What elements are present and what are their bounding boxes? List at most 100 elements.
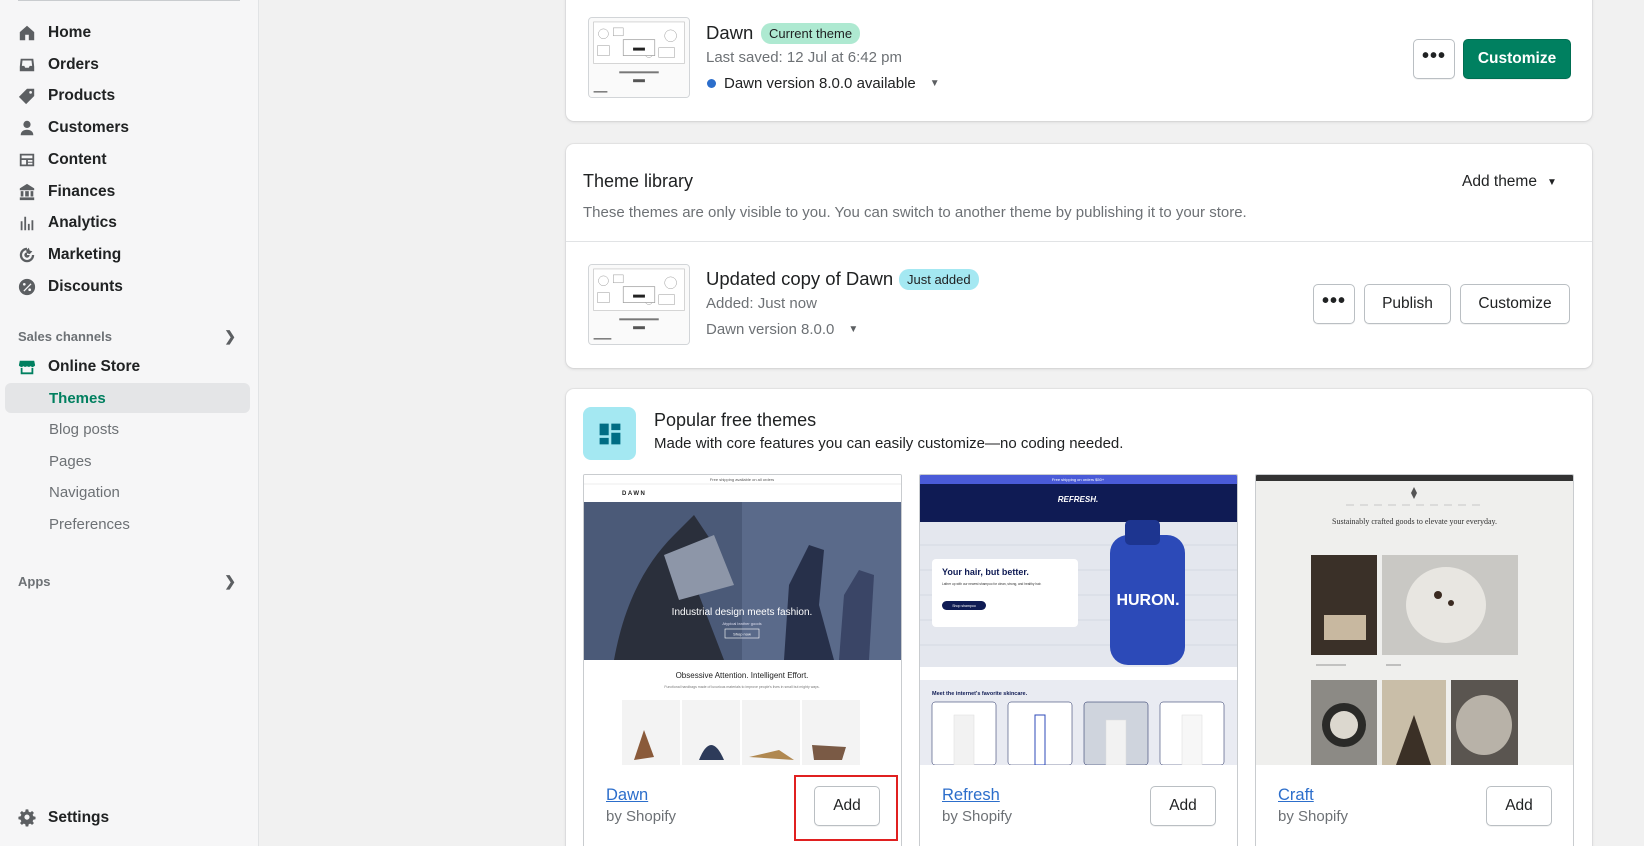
add-button-refresh[interactable]: Add [1150,786,1216,826]
refresh-logo: REFRESH. [1058,495,1098,504]
bar-chart-icon [18,214,36,232]
current-theme-card: Dawn Current theme Last saved: 12 Jul at… [566,0,1592,121]
dawn-announcement: Free shipping available on all orders [710,477,774,482]
sidebar-item-orders[interactable]: Orders [18,50,99,80]
refresh-announcement: Free shipping on orders $50+ [1052,477,1105,482]
theme-card-refresh: Free shipping on orders $50+ REFRESH. HU… [919,474,1238,846]
caret-down-icon: ▼ [1546,176,1557,188]
update-available-dot [707,79,716,88]
divider [566,241,1592,242]
popular-themes-card: Popular free themes Made with core featu… [566,389,1592,846]
dawn-preview-image: Free shipping available on all orders DA… [584,475,901,765]
theme-link-craft[interactable]: Craft [1278,786,1314,805]
caret-down-icon: ▼ [848,324,859,335]
refresh-preview-image: Free shipping on orders $50+ REFRESH. HU… [920,475,1237,765]
ellipsis-icon: ••• [1321,290,1346,312]
craft-preview[interactable]: Sustainably crafted goods to elevate you… [1256,475,1573,765]
craft-heading: Sustainably crafted goods to elevate you… [1332,517,1497,526]
just-added-badge: Just added [899,269,979,290]
sidebar-item-label: Discounts [48,278,123,295]
current-theme-thumbnail [588,17,690,98]
sidebar-subitem-navigation[interactable]: Navigation [49,478,120,506]
last-saved-text: Last saved: 12 Jul at 6:42 pm [706,49,902,66]
theme-wireframe [589,265,689,344]
library-theme-name: Updated copy of Dawn [706,268,894,289]
chevron-right-icon: ❯ [224,573,236,589]
theme-link-dawn[interactable]: Dawn [606,786,648,805]
gear-icon [18,809,36,827]
add-theme-dropdown[interactable]: Add theme ▼ [1462,173,1557,191]
sales-channels-header[interactable]: Sales channels ❯ [18,328,236,345]
theme-library-title: Theme library [583,171,694,191]
sidebar-item-label: Marketing [48,246,122,263]
ellipsis-icon: ••• [1421,45,1446,67]
theme-library-subtitle: These themes are only visible to you. Yo… [583,204,1247,221]
highlight-box [794,775,898,841]
apps-header[interactable]: Apps ❯ [18,573,236,590]
refresh-hero-title: Your hair, but better. [942,567,1029,577]
theme-card-craft: Sustainably crafted goods to elevate you… [1255,474,1574,846]
sidebar-item-label: Products [48,87,116,104]
sidebar-item-label: Analytics [48,214,117,231]
sidebar-subitem-themes[interactable]: Themes [49,384,106,412]
version-dropdown[interactable]: Dawn version 8.0.0 available ▼ [707,75,940,92]
discount-icon [18,278,36,296]
add-button-craft[interactable]: Add [1486,786,1552,826]
sidebar-item-finances[interactable]: Finances [18,177,115,207]
theme-author-craft: by Shopify [1278,808,1349,825]
sidebar-top-divider [18,0,240,1]
themes-layout-icon [583,407,636,460]
orders-icon [18,56,36,74]
store-icon [18,358,36,376]
dawn-logo: DAWN [622,491,646,497]
sidebar: Home Orders Products Customers Content F… [0,0,259,846]
library-version-dropdown[interactable]: Dawn version 8.0.0 ▼ [706,321,858,338]
home-icon [18,24,36,42]
customize-button[interactable]: Customize [1463,39,1571,79]
refresh-preview[interactable]: Free shipping on orders $50+ REFRESH. HU… [920,475,1237,765]
more-actions-button[interactable]: ••• [1413,39,1455,79]
theme-library-card: Theme library These themes are only visi… [566,144,1592,368]
library-customize-button[interactable]: Customize [1460,284,1570,324]
sidebar-item-label: Settings [48,809,110,826]
sidebar-item-label: Orders [48,56,99,73]
sidebar-item-home[interactable]: Home [18,18,91,48]
refresh-section-heading: Meet the internet's favorite skincare. [932,691,1028,697]
sidebar-item-settings[interactable]: Settings [18,803,109,833]
theme-author-dawn: by Shopify [606,808,677,825]
dawn-section-subtext: Functional handbags made of luxurious ma… [664,685,819,689]
current-theme-name: Dawn [706,22,754,43]
refresh-hero-button: Shop shampoo [952,604,976,608]
caret-down-icon: ▼ [929,78,940,89]
theme-link-refresh[interactable]: Refresh [942,786,1000,805]
version-text: Dawn version 8.0.0 [706,321,835,338]
library-more-actions-button[interactable]: ••• [1313,284,1355,324]
sidebar-item-products[interactable]: Products [18,81,115,111]
dawn-hero-button: Shop now [733,632,751,637]
sidebar-item-discounts[interactable]: Discounts [18,272,123,302]
add-theme-label: Add theme [1462,173,1537,190]
sidebar-item-analytics[interactable]: Analytics [18,208,117,238]
dawn-hero-title: Industrial design meets fashion. [672,607,813,618]
bank-icon [18,183,36,201]
sidebar-item-online-store[interactable]: Online Store [18,352,140,382]
sidebar-subitem-preferences[interactable]: Preferences [49,510,130,538]
content-icon [18,151,36,169]
craft-preview-image: Sustainably crafted goods to elevate you… [1256,475,1573,765]
apps-label: Apps [18,574,51,589]
dawn-preview[interactable]: Free shipping available on all orders DA… [584,475,901,765]
dawn-hero-subtitle: Atypical leather goods [722,621,761,626]
sidebar-subitem-blog-posts[interactable]: Blog posts [49,415,119,443]
chevron-right-icon: ❯ [224,328,236,344]
target-icon [18,246,36,264]
person-icon [18,119,36,137]
active-item-highlight [5,383,250,413]
sidebar-item-marketing[interactable]: Marketing [18,240,121,270]
sidebar-item-customers[interactable]: Customers [18,113,129,143]
sidebar-item-label: Finances [48,183,116,200]
sidebar-subitem-pages[interactable]: Pages [49,447,92,475]
tag-icon [18,87,36,105]
sidebar-item-label: Home [48,24,92,41]
publish-button[interactable]: Publish [1364,284,1451,324]
sidebar-item-content[interactable]: Content [18,145,107,175]
